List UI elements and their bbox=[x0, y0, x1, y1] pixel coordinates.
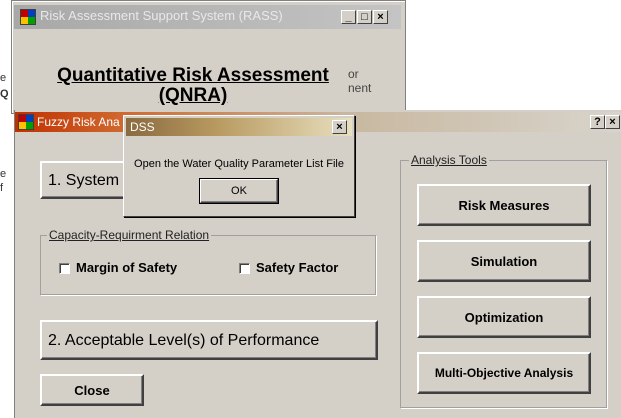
close-dialog-button[interactable]: Close bbox=[40, 374, 144, 406]
acceptable-level-button[interactable]: 2. Acceptable Level(s) of Performance bbox=[40, 320, 378, 360]
page-title: Quantitative Risk Assessment bbox=[57, 65, 329, 86]
analysis-tools-label: Analysis Tools bbox=[409, 153, 489, 167]
dss-title-bar[interactable]: DSS × bbox=[126, 118, 352, 136]
risk-measures-label: Risk Measures bbox=[458, 198, 550, 213]
close-button[interactable]: × bbox=[605, 115, 620, 129]
safety-factor-checkbox[interactable] bbox=[239, 263, 250, 274]
margin-of-safety-label: Margin of Safety bbox=[76, 260, 178, 275]
fuzzy-title: Fuzzy Risk Ana bbox=[37, 115, 120, 129]
multi-objective-analysis-button[interactable]: Multi-Objective Analysis bbox=[417, 352, 591, 394]
left-edge-fragment: e bbox=[0, 72, 7, 84]
capacity-group-label: Capacity-Requirment Relation bbox=[47, 228, 212, 242]
margin-of-safety-checkbox[interactable] bbox=[59, 263, 70, 274]
rass-window: Risk Assessment Support System (RASS) _ … bbox=[11, 0, 406, 114]
app-icon bbox=[20, 9, 36, 25]
dss-title: DSS bbox=[130, 120, 155, 134]
risk-measures-button[interactable]: Risk Measures bbox=[417, 184, 591, 226]
dss-dialog: DSS × Open the Water Quality Parameter L… bbox=[123, 115, 355, 217]
optimization-label: Optimization bbox=[464, 310, 544, 325]
close-button-label: Close bbox=[74, 383, 110, 398]
capacity-requirement-group: Capacity-Requirment Relation Margin of S… bbox=[40, 228, 376, 295]
simulation-button[interactable]: Simulation bbox=[417, 240, 591, 282]
optimization-button[interactable]: Optimization bbox=[417, 296, 591, 338]
ok-button[interactable]: OK bbox=[200, 179, 278, 203]
side-text-fragment: or bbox=[348, 67, 359, 81]
app-icon bbox=[18, 114, 34, 130]
close-button[interactable]: × bbox=[373, 10, 388, 24]
left-edge-fragment: e bbox=[0, 168, 7, 180]
left-edge-fragment: f bbox=[0, 182, 4, 194]
system-button-label: 1. System bbox=[48, 172, 120, 189]
multi-objective-analysis-label: Multi-Objective Analysis bbox=[434, 366, 574, 380]
analysis-tools-group: Analysis Tools Risk Measures Simulation … bbox=[400, 153, 607, 408]
rass-title-bar[interactable]: Risk Assessment Support System (RASS) _ … bbox=[14, 5, 401, 29]
dialog-message: Open the Water Quality Parameter List Fi… bbox=[134, 158, 344, 170]
simulation-label: Simulation bbox=[470, 254, 538, 269]
maximize-button[interactable]: □ bbox=[357, 10, 372, 24]
acceptable-level-label: 2. Acceptable Level(s) of Performance bbox=[48, 332, 320, 349]
rass-title: Risk Assessment Support System (RASS) bbox=[40, 8, 283, 23]
minimize-button[interactable]: _ bbox=[341, 10, 356, 24]
safety-factor-label: Safety Factor bbox=[256, 260, 339, 275]
side-text-fragment: nent bbox=[348, 81, 372, 95]
help-button[interactable]: ? bbox=[590, 115, 605, 129]
left-edge-fragment: Q bbox=[0, 88, 9, 100]
page-subtitle: (QNRA) bbox=[158, 85, 228, 106]
close-button[interactable]: × bbox=[332, 120, 347, 134]
